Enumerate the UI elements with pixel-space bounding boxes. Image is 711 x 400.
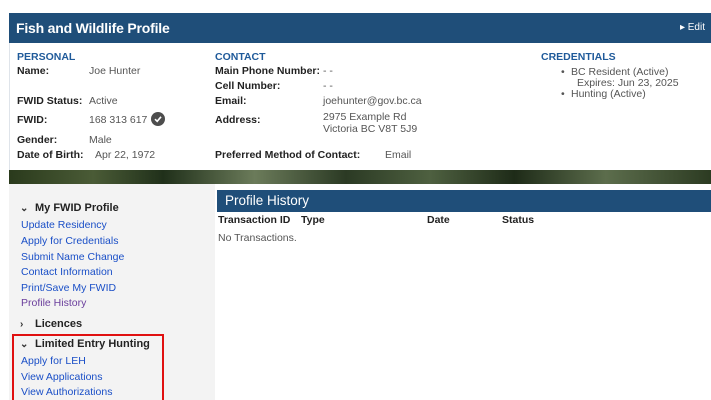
dob-value: Apr 22, 1972 — [95, 149, 156, 161]
chevron-down-icon: ⌄ — [20, 202, 29, 214]
preferred-contact-label: Preferred Method of Contact: — [215, 149, 361, 161]
fwid-label: FWID: — [17, 114, 48, 126]
email-label: Email: — [215, 95, 247, 107]
fwid-status-label: FWID Status: — [17, 95, 83, 107]
highlight-box — [12, 334, 164, 400]
main-content: Profile History Transaction ID Type Date… — [215, 184, 711, 400]
verified-icon — [151, 112, 165, 126]
gender-value: Male — [89, 134, 112, 146]
profile-summary: PERSONAL Name: Joe Hunter FWID Status: A… — [9, 43, 711, 170]
address-line2: Victoria BC V8T 5J9 — [323, 123, 418, 135]
gender-label: Gender: — [17, 134, 58, 146]
name-label: Name: — [17, 65, 50, 77]
credentials-section-title: CREDENTIALS — [541, 51, 616, 63]
address-label: Address: — [215, 114, 261, 126]
cell-value: - - — [323, 80, 333, 92]
sidebar-link-contact-information[interactable]: Contact Information — [21, 266, 113, 278]
sidebar-link-submit-name-change[interactable]: Submit Name Change — [21, 251, 124, 263]
sidebar-section-licences[interactable]: › Licences — [20, 318, 82, 330]
email-value: joehunter@gov.bc.ca — [323, 95, 422, 107]
profile-history-header: Profile History — [217, 190, 711, 212]
column-header-status: Status — [502, 214, 535, 226]
dob-label: Date of Birth: — [17, 149, 84, 161]
sidebar-section-label: My FWID Profile — [35, 202, 119, 214]
chevron-right-icon: › — [20, 318, 24, 330]
main-phone-value: - - — [323, 65, 333, 77]
sidebar-section-my-fwid-profile[interactable]: ⌄ My FWID Profile — [20, 202, 119, 214]
column-header-type: Type — [301, 214, 325, 226]
sidebar-link-profile-history[interactable]: Profile History — [21, 297, 86, 309]
edit-link[interactable]: ▸ Edit — [680, 22, 705, 33]
column-header-date: Date — [427, 214, 450, 226]
credentials-list: BC Resident (Active) Expires: Jun 23, 20… — [557, 67, 707, 101]
contact-section-title: CONTACT — [215, 51, 266, 63]
address-line1: 2975 Example Rd — [323, 111, 407, 123]
sidebar-link-print-save-fwid[interactable]: Print/Save My FWID — [21, 282, 116, 294]
cell-label: Cell Number: — [215, 80, 281, 92]
profile-history-title: Profile History — [225, 193, 310, 208]
credential-item: Hunting (Active) — [557, 89, 707, 101]
sidebar-link-apply-credentials[interactable]: Apply for Credentials — [21, 235, 118, 247]
personal-section-title: PERSONAL — [17, 51, 76, 63]
column-header-transaction-id: Transaction ID — [218, 214, 291, 226]
forest-banner-image — [9, 170, 711, 184]
sidebar-link-update-residency[interactable]: Update Residency — [21, 219, 107, 231]
name-value: Joe Hunter — [89, 65, 141, 77]
empty-state-text: No Transactions. — [218, 232, 297, 244]
preferred-contact-value: Email — [385, 149, 412, 161]
fwid-value: 168 313 617 — [89, 114, 148, 126]
sidebar-section-label: Licences — [35, 318, 83, 330]
profile-header: Fish and Wildlife Profile ▸ Edit — [9, 13, 711, 43]
fwid-status-value: Active — [89, 95, 118, 107]
main-phone-label: Main Phone Number: — [215, 65, 321, 77]
page-title: Fish and Wildlife Profile — [16, 20, 170, 36]
